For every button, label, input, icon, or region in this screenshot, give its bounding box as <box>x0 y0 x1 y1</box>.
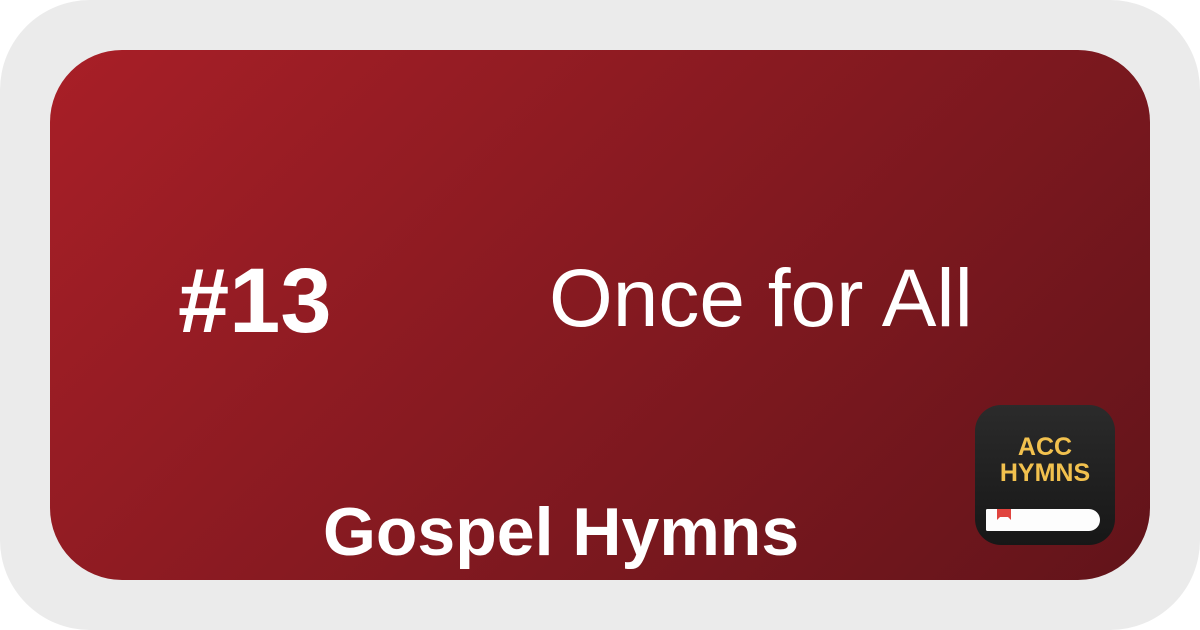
app-icon: ACC HYMNS <box>975 405 1115 545</box>
hymnal-name: Gospel Hymns <box>323 494 800 570</box>
hymn-title: Once for All <box>549 253 973 344</box>
hymn-number: #13 <box>178 250 332 352</box>
app-icon-label-acc: ACC <box>1017 433 1073 461</box>
page-frame: #13 Once for All Gospel Hymns ACC HYMNS <box>0 0 1200 630</box>
bookmark-icon <box>997 509 1011 520</box>
app-icon-label-hymns: HYMNS <box>999 459 1091 487</box>
